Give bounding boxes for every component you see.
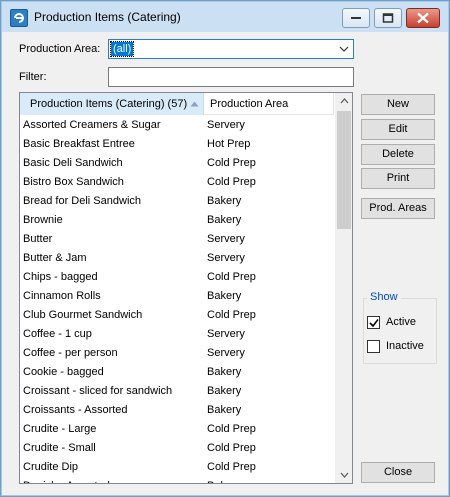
table-row[interactable]: Danish - Assorted Bakery [20,477,334,483]
grid-rows: Assorted Creamers & Sugar Servery Basic Br… [20,116,334,483]
item-name-cell: Butter & Jam [23,252,87,264]
column-header-production-area[interactable]: Production Area [204,93,334,115]
table-row[interactable]: Crudite Dip Cold Prep [20,458,334,477]
item-name-cell: Croissants - Assorted [23,404,128,416]
production-area-cell: Servery [207,347,245,359]
scrollbar-thumb[interactable] [337,111,351,229]
show-groupbox-title: Show [367,291,401,303]
item-name-cell: Crudite - Small [23,442,96,454]
item-name-cell: Assorted Creamers & Sugar [23,119,161,131]
item-name-cell: Basic Breakfast Entree [23,138,135,150]
production-items-window: Production Items (Catering) Production A… [0,0,450,497]
inactive-checkbox-label[interactable]: Inactive [386,340,424,352]
window-title: Production Items (Catering) [34,10,181,24]
minimize-icon [351,17,361,19]
production-area-cell: Servery [207,233,245,245]
table-row[interactable]: Cookie - bagged Bakery [20,363,334,382]
scroll-up-icon[interactable] [340,98,349,104]
production-area-cell: Cold Prep [207,423,256,435]
production-area-cell: Bakery [207,480,241,483]
table-row[interactable]: Butter Servery [20,230,334,249]
table-row[interactable]: Croissants - Assorted Bakery [20,401,334,420]
item-name-cell: Butter [23,233,53,245]
filter-input[interactable] [108,67,354,87]
item-name-cell: Crudite - Large [23,423,97,435]
new-button[interactable]: New [361,94,435,115]
production-area-cell: Bakery [207,404,242,416]
production-area-label: Production Area: [19,43,101,55]
item-name-cell: Bistro Box Sandwich [23,176,124,188]
active-checkbox[interactable] [367,316,380,329]
table-row[interactable]: Croissant - sliced for sandwich Bakery [20,382,334,401]
production-area-selected-value: (all) [109,41,135,57]
table-row[interactable]: Crudite - Large Cold Prep [20,420,334,439]
production-area-cell: Cold Prep [207,157,256,169]
column-header-production-items[interactable]: Production Items (Catering) (57) [20,93,204,115]
table-row[interactable]: Coffee - per person Servery [20,344,334,363]
table-row[interactable]: Crudite - Small Cold Prep [20,439,334,458]
production-area-cell: Bakery [207,290,242,302]
filter-label: Filter: [19,71,47,83]
show-groupbox [363,298,437,364]
production-area-cell: Cold Prep [207,442,256,454]
item-name-cell: Club Gourmet Sandwich [23,309,143,321]
close-window-button[interactable] [406,8,440,28]
production-area-cell: Cold Prep [207,176,256,188]
minimize-button[interactable] [342,8,370,28]
table-row[interactable]: Butter & Jam Servery [20,249,334,268]
item-name-cell: Basic Deli Sandwich [23,157,123,169]
restore-button[interactable] [374,8,402,28]
item-name-cell: Bread for Deli Sandwich [23,195,142,207]
table-row[interactable]: Basic Deli Sandwich Cold Prep [20,154,334,173]
table-row[interactable]: Chips - bagged Cold Prep [20,268,334,287]
table-row[interactable]: Club Gourmet Sandwich Cold Prep [20,306,334,325]
sort-ascending-icon [190,101,199,107]
item-name-cell: Crudite Dip [23,461,79,473]
grid-header: Production Items (Catering) (57) Product… [20,93,334,115]
edit-button[interactable]: Edit [361,119,435,140]
item-name-cell: Brownie [23,214,63,226]
title-bar[interactable]: Production Items (Catering) [2,2,448,32]
production-area-cell: Servery [207,252,245,264]
active-checkbox-label[interactable]: Active [386,316,416,328]
item-name-cell: Chips - bagged [23,271,98,283]
close-button[interactable]: Close [361,462,435,483]
checkmark-icon [369,319,379,328]
production-area-combobox[interactable]: (all) [108,39,354,59]
item-name-cell: Coffee - per person [23,347,118,359]
table-row[interactable]: Coffee - 1 cup Servery [20,325,334,344]
production-area-cell: Servery [207,119,245,131]
table-row[interactable]: Assorted Creamers & Sugar Servery [20,116,334,135]
restore-icon [382,13,394,23]
production-area-cell: Cold Prep [207,461,256,473]
chevron-down-icon [339,46,349,52]
item-name-cell: Danish - Assorted [23,480,110,483]
table-row[interactable]: Bistro Box Sandwich Cold Prep [20,173,334,192]
table-row[interactable]: Basic Breakfast Entree Hot Prep [20,135,334,154]
item-name-cell: Cinnamon Rolls [23,290,101,302]
production-area-cell: Servery [207,328,245,340]
delete-button[interactable]: Delete [361,144,435,165]
production-area-cell: Cold Prep [207,309,256,321]
production-area-cell: Hot Prep [207,138,251,150]
production-area-cell: Cold Prep [207,271,256,283]
inactive-checkbox[interactable] [367,340,380,353]
vertical-scrollbar[interactable] [335,93,352,483]
production-items-grid[interactable]: Production Items (Catering) (57) Product… [19,92,353,484]
prod-areas-button[interactable]: Prod. Areas [361,198,435,219]
print-button[interactable]: Print [361,168,435,189]
item-name-cell: Croissant - sliced for sandwich [23,385,173,397]
scroll-down-icon[interactable] [340,472,349,478]
item-name-cell: Coffee - 1 cup [23,328,92,340]
table-row[interactable]: Cinnamon Rolls Bakery [20,287,334,306]
production-area-cell: Bakery [207,195,242,207]
production-area-cell: Bakery [207,385,242,397]
close-icon [417,12,429,24]
production-area-cell: Bakery [207,214,242,226]
table-row[interactable]: Brownie Bakery [20,211,334,230]
table-row[interactable]: Bread for Deli Sandwich Bakery [20,192,334,211]
item-name-cell: Cookie - bagged [23,366,104,378]
production-area-cell: Bakery [207,366,242,378]
app-logo-icon [10,9,28,27]
